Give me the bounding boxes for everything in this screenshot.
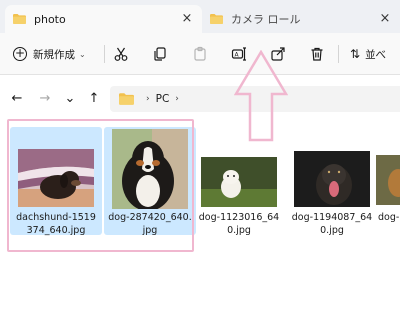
navigation-bar: ← → ⌄ ↑ › PC › <box>0 75 400 123</box>
file-item[interactable]: dog- <box>376 127 400 235</box>
address-bar[interactable]: › PC › <box>110 86 400 112</box>
breadcrumb-chevron-icon[interactable]: › <box>175 94 179 104</box>
new-label: 新規作成 <box>33 48 75 61</box>
folder-icon <box>119 93 134 105</box>
paste-icon[interactable] <box>190 44 210 64</box>
rename-icon[interactable]: A <box>229 44 249 64</box>
dachshund-thumbnail <box>18 149 94 207</box>
bernese-dog-thumbnail <box>112 129 188 209</box>
folder-icon <box>13 14 26 24</box>
forward-arrow-icon[interactable]: → <box>37 91 53 107</box>
file-item[interactable]: dog-1123016_640.jpg <box>193 127 285 236</box>
tab-photo[interactable]: photo × <box>5 5 202 33</box>
tab-title: カメラ ロール <box>231 13 301 26</box>
plus-icon: + <box>13 46 27 61</box>
file-name: dog-1194087_640.jpg <box>291 212 373 236</box>
sort-button[interactable]: ⇅ 並べ <box>350 44 386 64</box>
sort-icon: ⇅ <box>350 47 361 61</box>
tab-title: photo <box>34 12 66 26</box>
delete-icon[interactable] <box>307 44 327 64</box>
folder-icon <box>210 14 223 24</box>
dog-thumbnail-partial <box>376 155 400 205</box>
new-button[interactable]: + 新規作成 ⌄ <box>13 44 86 64</box>
close-tab-icon[interactable]: × <box>379 12 391 25</box>
white-puppy-thumbnail <box>201 157 277 207</box>
file-name: dog- <box>378 212 400 223</box>
copy-icon[interactable] <box>150 44 170 64</box>
file-name: dog-287420_640.jpg <box>108 212 192 236</box>
tab-camera-roll[interactable]: カメラ ロール × <box>202 5 400 33</box>
breadcrumb-pc[interactable]: PC <box>156 93 170 105</box>
recent-locations-chevron-icon[interactable]: ⌄ <box>62 91 78 107</box>
file-item[interactable]: dog-1194087_640.jpg <box>286 127 378 236</box>
sort-label: 並べ <box>365 48 387 61</box>
tab-strip: photo × カメラ ロール × <box>0 0 400 33</box>
breadcrumb-chevron-icon[interactable]: › <box>146 94 150 104</box>
file-item[interactable]: dachshund-1519374_640.jpg <box>10 127 102 236</box>
file-name: dachshund-1519374_640.jpg <box>16 212 96 236</box>
chevron-down-icon: ⌄ <box>79 49 86 59</box>
back-arrow-icon[interactable]: ← <box>9 91 25 107</box>
file-explorer-window: photo × カメラ ロール × + 新規作成 ⌄ A ⇅ 並べ ← → ⌄ … <box>0 0 400 309</box>
cut-icon[interactable] <box>111 44 131 64</box>
share-icon[interactable] <box>268 44 288 64</box>
file-item[interactable]: dog-287420_640.jpg <box>104 127 196 236</box>
toolbar-divider <box>104 45 105 63</box>
toolbar-divider <box>338 45 339 63</box>
file-name: dog-1123016_640.jpg <box>198 212 280 236</box>
command-bar: + 新規作成 ⌄ A ⇅ 並べ <box>0 33 400 75</box>
up-arrow-icon[interactable]: ↑ <box>86 91 102 107</box>
black-dog-thumbnail <box>294 151 370 207</box>
close-tab-icon[interactable]: × <box>181 12 193 25</box>
file-list: dachshund-1519374_640.jpg dog-287420_640… <box>0 123 400 309</box>
